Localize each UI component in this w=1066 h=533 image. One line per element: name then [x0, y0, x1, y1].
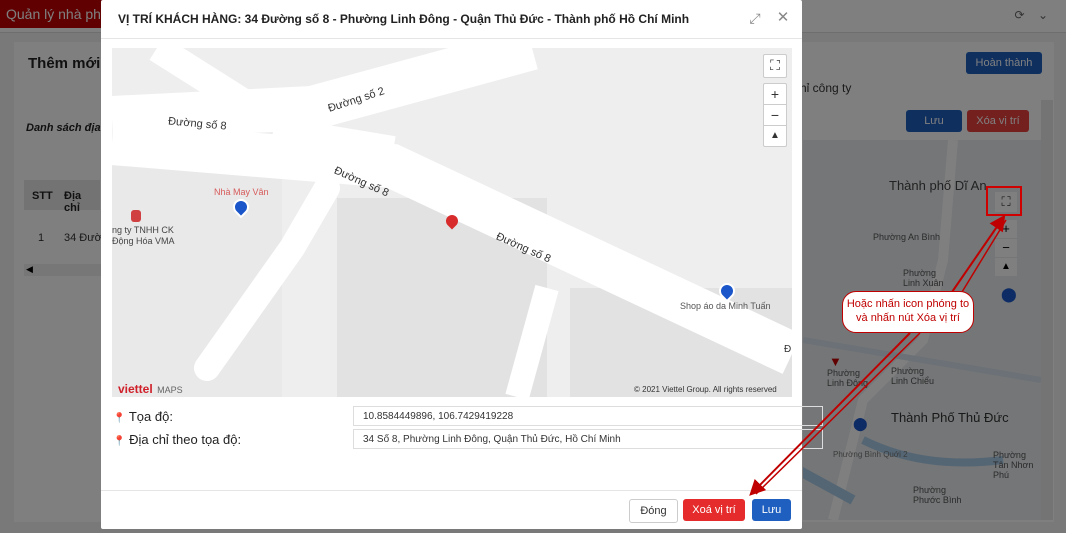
coords-label: Tọa độ:	[128, 409, 173, 424]
annotation-callout: Hoặc nhấn icon phóng to và nhấn nút Xóa …	[842, 291, 974, 333]
fullscreen-highlight-box	[986, 186, 1022, 216]
modal-header: VỊ TRÍ KHÁCH HÀNG: 34 Đường số 8 - Phườn…	[101, 0, 802, 39]
delete-location-button[interactable]: Xoá vị trí	[683, 499, 745, 521]
viettel-brand: viettel	[118, 382, 153, 396]
map-copyright: © 2021 Viettel Group. All rights reserve…	[634, 385, 777, 394]
address-row: 📍 Địa chỉ theo tọa độ:	[113, 432, 241, 447]
road-edge-label: Đ	[784, 344, 792, 355]
close-icon[interactable]: ✕	[775, 10, 791, 26]
viettel-maps-logo: viettel MAPS	[118, 380, 183, 397]
compass-icon[interactable]: ▲	[763, 125, 787, 147]
pin-icon: 📍	[113, 413, 126, 424]
address-label: Địa chỉ theo tọa độ:	[129, 432, 242, 447]
zoom-out-icon[interactable]: −	[763, 104, 787, 126]
poi-label-vma-line1: ng ty TNHH CK	[112, 225, 174, 235]
map-view[interactable]: Đường số 2 Đường số 8 Đường số 8 Đường s…	[112, 48, 792, 397]
location-modal: VỊ TRÍ KHÁCH HÀNG: 34 Đường số 8 - Phườn…	[101, 0, 823, 529]
save-button[interactable]: Lưu	[752, 499, 791, 521]
modal-title: VỊ TRÍ KHÁCH HÀNG: 34 Đường số 8 - Phườn…	[118, 12, 690, 26]
address-field[interactable]: 34 Số 8, Phường Linh Đông, Quận Thủ Đức,…	[353, 429, 823, 449]
fullscreen-icon[interactable]: ⛶	[763, 54, 787, 78]
coords-row: 📍 Tọa độ:	[113, 409, 173, 424]
poi-label-vma-line2: Động Hóa VMA	[112, 236, 175, 246]
maps-brand: MAPS	[157, 385, 183, 395]
pin-icon: 📍	[113, 436, 126, 447]
close-button[interactable]: Đóng	[629, 499, 678, 523]
coords-field[interactable]: 10.8584449896, 106.7429419228	[353, 406, 823, 426]
poi-label-nha-may-van: Nhà May Vân	[214, 187, 269, 197]
poi-label-shop: Shop áo da Minh Tuấn	[680, 301, 771, 311]
maximize-icon[interactable]: ⤢	[747, 10, 763, 26]
red-poi-icon[interactable]	[131, 210, 141, 222]
zoom-in-icon[interactable]: +	[763, 83, 787, 104]
modal-footer	[101, 490, 802, 491]
